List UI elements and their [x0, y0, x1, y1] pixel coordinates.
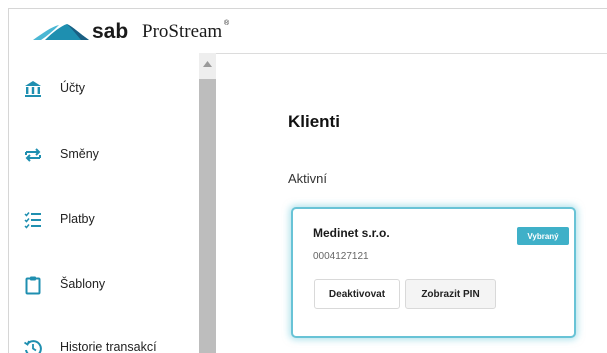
scroll-up-arrow-icon[interactable]: [203, 61, 212, 67]
sidebar: Účty Směny Platby Šablony Historie trans…: [9, 53, 216, 353]
product-name: ProStream: [142, 21, 223, 42]
deactivate-button[interactable]: Deaktivovat: [314, 279, 400, 309]
sab-wave-logo-icon: [33, 24, 89, 40]
sidebar-item-payments[interactable]: Platby: [9, 200, 199, 240]
history-icon: [24, 340, 42, 353]
bank-icon: [25, 81, 41, 97]
client-id: 0004127121: [313, 251, 369, 262]
sidebar-item-transaction-history[interactable]: Historie transakcí: [9, 328, 199, 353]
sidebar-item-label: Historie transakcí: [60, 340, 157, 353]
show-pin-button[interactable]: Zobrazit PIN: [405, 279, 496, 309]
section-label-active: Aktivní: [288, 171, 328, 186]
scrollbar-thumb[interactable]: [199, 79, 216, 353]
clipboard-icon: [25, 276, 41, 295]
sidebar-item-accounts[interactable]: Účty: [9, 69, 199, 109]
brand-name: sab: [92, 20, 129, 43]
client-card[interactable]: Medinet s.r.o. 0004127121 Vybraný Deakti…: [291, 207, 576, 338]
sidebar-item-templates[interactable]: Šablony: [9, 265, 199, 305]
sidebar-item-label: Platby: [60, 212, 95, 226]
exchange-arrows-icon: [25, 148, 41, 162]
checklist-icon: [24, 212, 41, 229]
page-title: Klienti: [288, 112, 340, 131]
sidebar-item-label: Účty: [60, 81, 85, 95]
client-name: Medinet s.r.o.: [313, 226, 390, 240]
header-bar: sab ProStream ®: [9, 9, 607, 54]
sidebar-item-exchanges[interactable]: Směny: [9, 135, 199, 175]
sidebar-item-label: Šablony: [60, 277, 106, 291]
sidebar-item-label: Směny: [60, 147, 99, 161]
main-content: Klienti Aktivní Medinet s.r.o. 000412712…: [216, 53, 607, 353]
app-window: sab ProStream ® Účty Směny Platby Šablon…: [8, 8, 607, 353]
registered-mark: ®: [224, 20, 230, 27]
selected-badge: Vybraný: [517, 227, 569, 245]
